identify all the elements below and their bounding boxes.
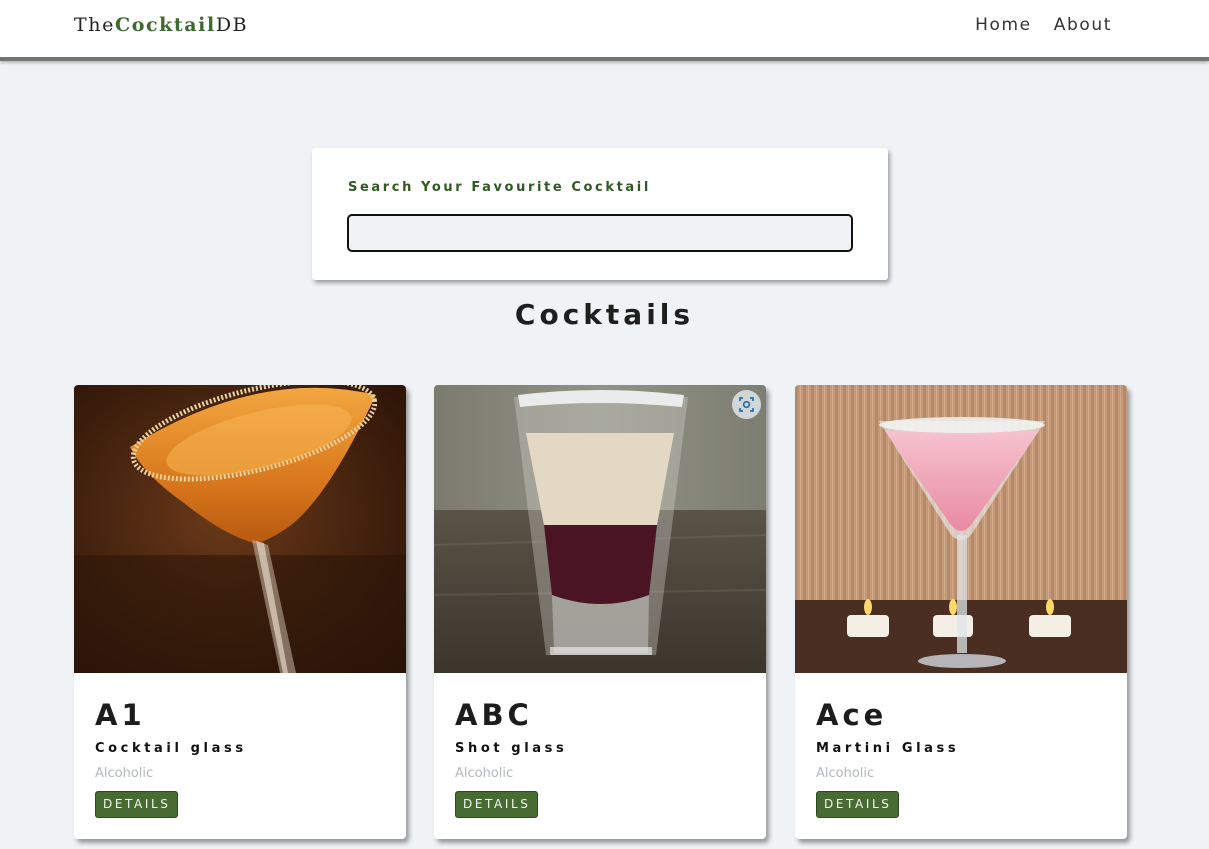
cocktail-glass: Martini Glass: [816, 741, 960, 756]
cocktail-image: [795, 385, 1127, 673]
cocktail-name: A1: [95, 698, 146, 732]
nav-link-about[interactable]: About: [1054, 15, 1112, 35]
cocktail-card-ace: Ace Martini Glass Alcoholic DETAILS: [795, 385, 1127, 839]
navbar: TheCocktailDB Home About: [0, 0, 1209, 61]
cocktail-type: Alcoholic: [95, 766, 154, 781]
nav-links: Home About: [975, 15, 1112, 35]
cocktail-type: Alcoholic: [816, 766, 875, 781]
cocktail-image: [434, 385, 766, 673]
cocktail-name: Ace: [816, 698, 888, 732]
search-label: Search Your Favourite Cocktail: [348, 180, 651, 195]
details-button[interactable]: DETAILS: [95, 791, 179, 818]
cocktail-name: ABC: [455, 698, 533, 732]
cocktail-card-a1: A1 Cocktail glass Alcoholic DETAILS: [74, 385, 406, 839]
cocktail-image: [74, 385, 406, 673]
logo-accent: Cocktail: [114, 14, 216, 36]
cocktail-glass: Cocktail glass: [95, 741, 247, 756]
visual-search-icon[interactable]: [732, 390, 761, 419]
search-form: Search Your Favourite Cocktail: [312, 148, 888, 280]
cocktail-type: Alcoholic: [455, 766, 514, 781]
cocktail-glass: Shot glass: [455, 741, 568, 756]
logo-prefix: The: [74, 14, 115, 36]
cocktail-card-abc: ABC Shot glass Alcoholic DETAILS: [434, 385, 766, 839]
site-logo[interactable]: TheCocktailDB: [74, 14, 248, 36]
details-button[interactable]: DETAILS: [455, 791, 539, 818]
search-input[interactable]: [347, 214, 853, 252]
nav-link-home[interactable]: Home: [975, 15, 1032, 35]
section-title: Cocktails: [514, 298, 695, 331]
details-button[interactable]: DETAILS: [816, 791, 900, 818]
logo-suffix: DB: [215, 14, 249, 36]
